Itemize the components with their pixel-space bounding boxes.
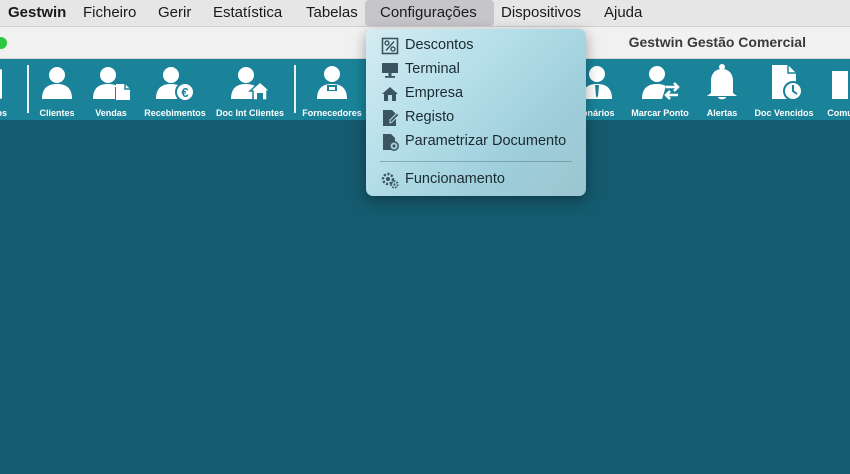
toolbar-label: Clientes <box>39 108 75 118</box>
document-clock-icon <box>772 65 803 101</box>
bell-icon <box>707 64 737 100</box>
menu-item-label: Terminal <box>405 61 460 77</box>
toolbar-comunicacoes-button[interactable]: Comu <box>822 59 850 120</box>
toolbar-separator <box>294 65 296 113</box>
toolbar-separator <box>27 65 29 113</box>
person-euro-icon: € <box>156 67 195 101</box>
menu-item-label: Registo <box>405 109 455 125</box>
menu-item-terminal[interactable]: Terminal <box>366 58 586 81</box>
menu-ajuda[interactable]: Ajuda <box>596 0 650 26</box>
window-zoom-button[interactable] <box>0 37 7 49</box>
toolbar-clientes-button[interactable]: Clientes <box>35 59 79 120</box>
communications-icon <box>832 71 848 99</box>
menu-item-descontos[interactable]: Descontos <box>366 34 586 57</box>
toolbar-marcar-ponto-button[interactable]: Marcar Ponto <box>629 59 691 120</box>
toolbar-vendas-button[interactable]: Vendas <box>89 59 133 120</box>
menu-item-label: Descontos <box>405 37 474 53</box>
menu-item-label: Funcionamento <box>405 171 505 187</box>
edit-document-icon <box>383 110 399 126</box>
menu-item-funcionamento[interactable]: Funcionamento <box>366 168 586 191</box>
toolbar-label: Doc Int Clientes <box>215 108 284 118</box>
person-home-icon <box>231 67 270 101</box>
house-icon <box>382 87 398 101</box>
menu-gestwin[interactable]: Gestwin <box>0 0 74 26</box>
menu-tabelas[interactable]: Tabelas <box>298 0 366 26</box>
menu-bar: Gestwin Ficheiro Gerir Estatística Tabel… <box>0 0 850 27</box>
person-document-icon <box>93 67 130 100</box>
toolbar-services-button[interactable]: iços <box>0 59 18 120</box>
menu-item-registo[interactable]: Registo <box>366 106 586 129</box>
monitor-icon <box>382 63 398 78</box>
menu-item-label: Parametrizar Documento <box>405 133 567 149</box>
toolbar-recebimentos-button[interactable]: € Recebimentos <box>143 59 207 120</box>
toolbar-fornecedores-button[interactable]: Fornecedores <box>302 59 362 120</box>
menu-configuracoes[interactable]: Configurações <box>365 0 494 26</box>
toolbar-label: Doc Vencidos <box>754 108 814 118</box>
document-gear-icon <box>383 134 399 151</box>
configuracoes-dropdown-menu: Descontos Terminal Empresa Registo Param… <box>366 29 586 196</box>
menu-dispositivos[interactable]: Dispositivos <box>493 0 589 26</box>
toolbar-doc-vencidos-button[interactable]: Doc Vencidos <box>752 59 816 120</box>
toolbar-label: Comu <box>827 108 850 118</box>
supplier-icon <box>317 66 347 99</box>
services-icon <box>0 69 2 99</box>
toolbar-label: Vendas <box>95 108 127 118</box>
window-title: Gestwin Gestão Comercial <box>628 34 806 50</box>
toolbar-alertas-button[interactable]: Alertas <box>701 59 743 120</box>
svg-text:€: € <box>181 85 188 100</box>
toolbar-doc-int-clientes-button[interactable]: Doc Int Clientes <box>214 59 286 120</box>
toolbar-label: Alertas <box>706 108 738 118</box>
toolbar-label: Recebimentos <box>144 108 206 118</box>
percent-icon <box>381 37 399 55</box>
toolbar-label: iços <box>0 108 7 118</box>
gears-icon <box>381 172 399 189</box>
menu-estatistica[interactable]: Estatística <box>205 0 290 26</box>
menu-ficheiro[interactable]: Ficheiro <box>75 0 144 26</box>
toolbar-label: Fornecedores <box>302 108 362 118</box>
menu-item-label: Empresa <box>405 85 464 101</box>
person-arrows-icon <box>642 66 680 100</box>
menu-item-parametrizar-documento[interactable]: Parametrizar Documento <box>366 130 586 153</box>
menu-separator <box>380 161 572 162</box>
menu-gerir[interactable]: Gerir <box>150 0 199 26</box>
menu-item-empresa[interactable]: Empresa <box>366 82 586 105</box>
toolbar-label: Marcar Ponto <box>631 108 689 118</box>
person-icon <box>42 67 72 99</box>
